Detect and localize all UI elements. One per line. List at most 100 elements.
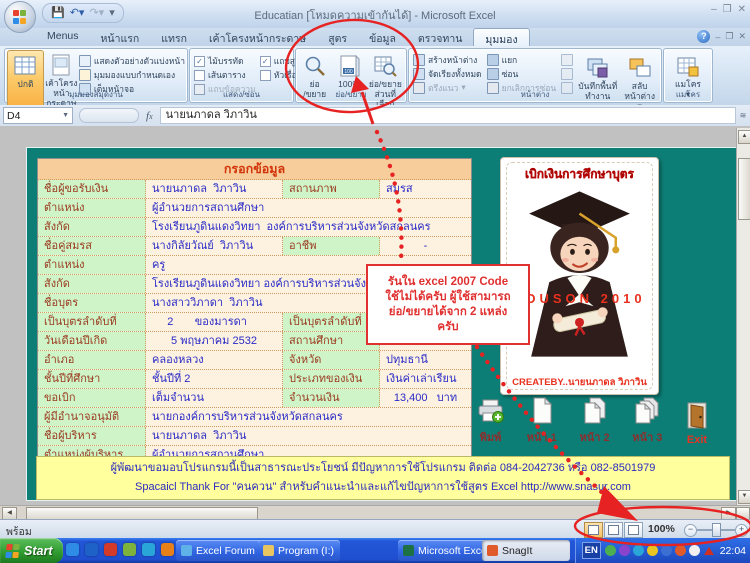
- quick-launch-icon[interactable]: [85, 543, 98, 556]
- tab-หน้าแรก[interactable]: หน้าแรก: [90, 28, 151, 46]
- quick-launch-icon[interactable]: [123, 543, 136, 556]
- form-value-cell[interactable]: เงินค่าเล่าเรียน: [380, 370, 471, 388]
- status-page-layout-button[interactable]: [604, 522, 623, 538]
- tray-icon[interactable]: [632, 545, 644, 556]
- quick-launch-icon[interactable]: [66, 543, 79, 556]
- form-value-cell[interactable]: โรงเรียนภูดินแดงวิทยา องค์การบริหารส่วนจ…: [146, 218, 471, 236]
- tab-แทรก[interactable]: แทรก: [150, 28, 198, 46]
- form-value-cell[interactable]: ชั้นปีที่ 2: [146, 370, 283, 388]
- card-button-label: หน้า 2: [579, 432, 610, 444]
- form-value-cell[interactable]: ผู้อำนวยการสถานศึกษา: [146, 199, 471, 217]
- form-value-cell[interactable]: สมรส: [380, 180, 471, 198]
- start-button[interactable]: Start: [0, 538, 63, 563]
- form-value-cell[interactable]: นายนภาดล วิภาวิน: [146, 180, 283, 198]
- form-label-cell: ประเภทของเงิน: [283, 370, 380, 388]
- card-button-หน้า 1[interactable]: หน้า 1: [527, 396, 557, 446]
- taskbar-task-Excel Forum • แสด...[interactable]: Excel Forum • แสด...: [176, 540, 264, 561]
- card-button-label: Exit: [686, 434, 708, 446]
- form-row: ชั้นปีที่ศึกษา ชั้นปีที่ 2 ประเภทของเงิน เง…: [38, 370, 471, 389]
- restore-button[interactable]: ❐: [723, 4, 732, 15]
- tray-icon[interactable]: [618, 545, 630, 556]
- card-button-หน้า 2[interactable]: หน้า 2: [579, 397, 610, 446]
- tray-icon[interactable]: [674, 545, 686, 556]
- horizontal-scrollbar[interactable]: ◀ ▶: [0, 505, 750, 520]
- name-box-dropdown-icon[interactable]: ▼: [62, 112, 69, 119]
- minimize-button[interactable]: –: [711, 4, 717, 15]
- exit-button-Exit[interactable]: Exit: [685, 397, 709, 446]
- form-value-cell[interactable]: -: [380, 237, 471, 255]
- expand-formula-bar-icon[interactable]: ≋: [736, 111, 750, 120]
- form-value-cell[interactable]: นายกองค์การบริหารส่วนจังหวัดสกลนคร: [146, 408, 471, 426]
- tray-icon[interactable]: [646, 545, 658, 556]
- close-button[interactable]: ✕: [738, 4, 746, 15]
- tab-Menus[interactable]: Menus: [36, 28, 90, 46]
- scroll-up-icon[interactable]: ▲: [738, 130, 750, 144]
- status-page-break-button[interactable]: [624, 522, 643, 538]
- workbook-close-button[interactable]: ✕: [738, 31, 746, 42]
- tab-สูตร[interactable]: สูตร: [317, 28, 358, 46]
- switch-windows-button[interactable]: สลับ หน้าต่าง ▾: [622, 53, 657, 111]
- view-side-by-side-icon[interactable]: [561, 54, 574, 66]
- checkbox-icon[interactable]: ✓: [259, 55, 271, 67]
- synchronous-scrolling-icon[interactable]: [561, 68, 574, 80]
- zoom-slider[interactable]: − +: [684, 522, 748, 537]
- tray-icon[interactable]: [688, 545, 700, 556]
- checkbox-icon[interactable]: ✓: [194, 55, 205, 67]
- form-value-cell[interactable]: เต็มจำนวน: [146, 389, 283, 407]
- split-button[interactable]: แยก: [486, 53, 557, 66]
- form-value-cell[interactable]: นายนภาดล วิภาวิน: [146, 427, 471, 445]
- svg-text:100: 100: [344, 69, 353, 75]
- vertical-scroll-thumb[interactable]: [738, 158, 750, 220]
- zoom-out-icon[interactable]: −: [684, 524, 697, 537]
- card-button-พิมพ์[interactable]: พิมพ์: [477, 397, 504, 446]
- formula-input[interactable]: นายนภาดล วิภาวิน: [159, 107, 736, 124]
- status-normal-view-button[interactable]: [584, 522, 603, 538]
- checkbox-icon[interactable]: [259, 69, 271, 81]
- insert-function-icon[interactable]: fx: [146, 110, 153, 122]
- taskbar-task-Program (I:)[interactable]: Program (I:): [258, 540, 340, 561]
- arrange-all-button[interactable]: จัดเรียงทั้งหมด: [413, 67, 482, 80]
- taskbar-task-SnagIt[interactable]: SnagIt: [482, 540, 570, 561]
- hide-button[interactable]: ซ่อน: [486, 67, 557, 80]
- custom-views-icon: [78, 68, 91, 81]
- tab-ตรวจทาน[interactable]: ตรวจทาน: [407, 28, 474, 46]
- language-indicator[interactable]: EN: [581, 542, 601, 559]
- taskbar-task-Microsoft Excel - Ed...[interactable]: Microsoft Excel - Ed...: [398, 540, 488, 561]
- zoom-in-icon[interactable]: +: [735, 524, 748, 537]
- new-window-button[interactable]: สร้างหน้าต่าง: [413, 53, 482, 66]
- vertical-scrollbar[interactable]: ▲ ▼: [736, 128, 750, 505]
- office-button[interactable]: [4, 1, 36, 33]
- tray-up-arrow-icon[interactable]: [703, 546, 714, 555]
- form-label-cell: ชื่อผู้บริหาร: [38, 427, 146, 445]
- checkbox-icon[interactable]: [194, 69, 205, 81]
- tab-เค้าโครงหน้ากระดาษ[interactable]: เค้าโครงหน้ากระดาษ: [198, 28, 317, 46]
- workbook-minimize-button[interactable]: –: [715, 32, 720, 42]
- quick-launch-icon[interactable]: [161, 543, 174, 556]
- card-button-หน้า 3[interactable]: หน้า 3: [632, 397, 662, 446]
- form-value-cell[interactable]: ปทุมธานี: [380, 351, 471, 369]
- zoom-level-text[interactable]: 100%: [648, 523, 675, 535]
- form-row: ชื่อผู้ขอรับเงิน นายนภาดล วิภาวิน สถานภาพส…: [38, 180, 471, 199]
- callout-line: ใช้ไม่ได้ครับ ผู้ใช้สามารถ: [385, 290, 511, 303]
- form-value-cell[interactable]: 2 ของมารดา: [146, 313, 283, 331]
- help-icon[interactable]: ?: [697, 30, 711, 43]
- workbook-restore-button[interactable]: ❐: [725, 31, 733, 42]
- custom-views-button[interactable]: มุมมองแบบกำหนดเอง: [78, 68, 185, 81]
- form-value-cell[interactable]: 13,400 บาท: [380, 389, 471, 407]
- name-box[interactable]: D4 ▼: [3, 107, 73, 124]
- show-hide-option[interactable]: เส้นตาราง: [194, 68, 256, 82]
- tab-active-มุมมอง[interactable]: มุมมอง: [473, 28, 530, 46]
- form-value-cell[interactable]: 5 พฤษภาคม 2532: [146, 332, 283, 350]
- show-hide-option[interactable]: ✓ ไม้บรรทัด: [194, 54, 256, 68]
- tab-ข้อมูล[interactable]: ข้อมูล: [358, 28, 407, 46]
- scroll-down-icon[interactable]: ▼: [738, 490, 750, 504]
- zoom-slider-thumb[interactable]: [712, 523, 721, 537]
- form-label-cell: สังกัด: [38, 218, 146, 236]
- page-break-preview-button[interactable]: แสดงตัวอย่างตัวแบ่งหน้า: [78, 54, 185, 67]
- form-value-cell[interactable]: นางกิลัยวัณย์ วิภาวิน: [146, 237, 283, 255]
- form-value-cell[interactable]: คลองหลวง: [146, 351, 283, 369]
- quick-launch-icon[interactable]: [142, 543, 155, 556]
- tray-icon[interactable]: [604, 545, 616, 556]
- quick-launch-icon[interactable]: [104, 543, 117, 556]
- tray-icon[interactable]: [660, 545, 672, 556]
